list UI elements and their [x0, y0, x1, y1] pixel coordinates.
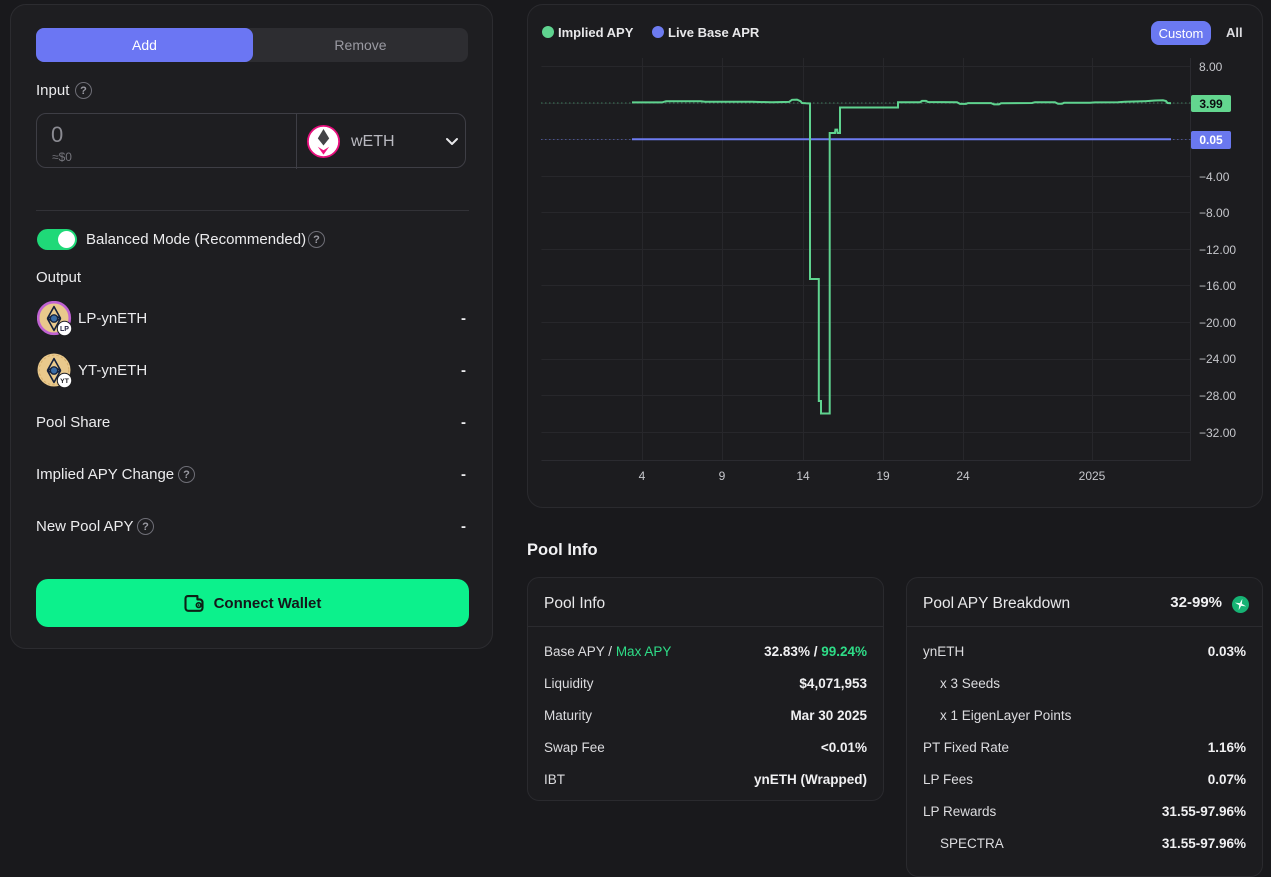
svg-text:LP: LP	[60, 326, 69, 333]
svg-text:YT: YT	[60, 378, 70, 385]
